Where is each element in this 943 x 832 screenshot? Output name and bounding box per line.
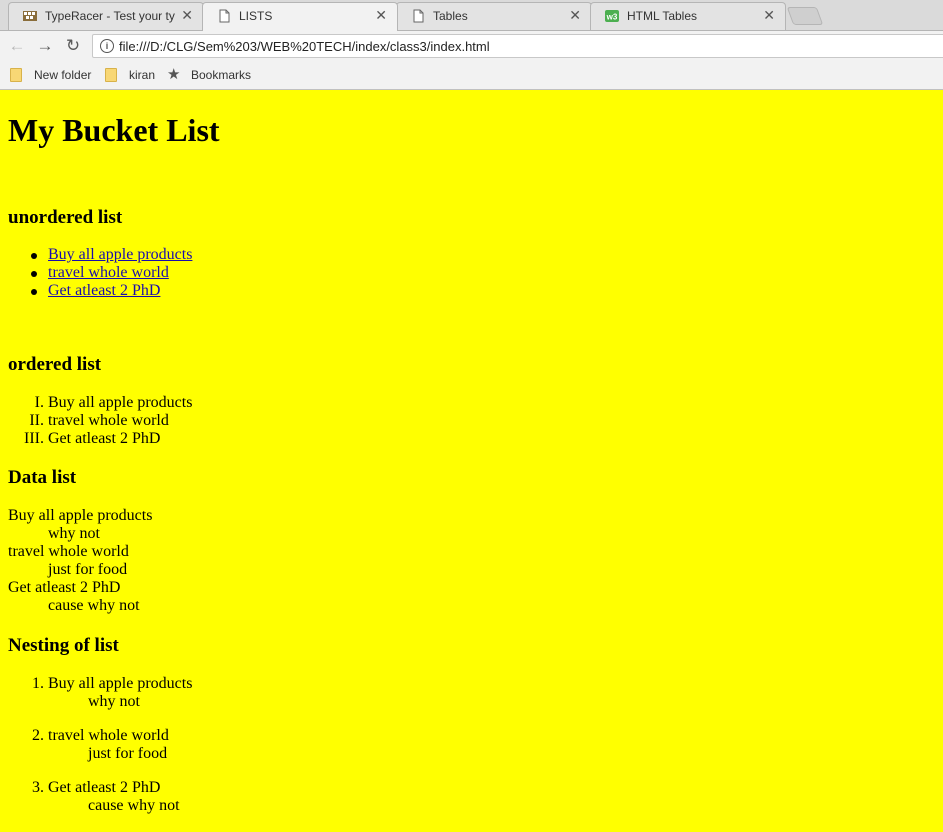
definition-description: cause why not bbox=[48, 597, 140, 614]
back-icon[interactable]: ← bbox=[8, 37, 26, 55]
definition-description: just for food bbox=[48, 561, 128, 578]
folder-icon bbox=[10, 68, 22, 82]
page-icon bbox=[413, 9, 424, 23]
nested-item: just for food bbox=[88, 745, 168, 762]
nesting-list-heading: Nesting of list bbox=[8, 635, 119, 656]
tab-title: Tables bbox=[433, 9, 468, 23]
bookmark-bookmarks[interactable]: ★ Bookmarks bbox=[167, 66, 257, 83]
definition-description: why not bbox=[48, 525, 100, 542]
list-item-link[interactable]: Buy all apple products bbox=[48, 246, 192, 264]
definition-term: Get atleast 2 PhD bbox=[8, 579, 121, 596]
list-item: travel whole world bbox=[48, 412, 169, 429]
nested-item: cause why not bbox=[88, 797, 180, 814]
unordered-list-heading: unordered list bbox=[8, 207, 123, 228]
folder-icon bbox=[105, 68, 117, 82]
bullet-icon bbox=[31, 289, 37, 295]
page-title: My Bucket List bbox=[8, 112, 220, 148]
svg-text:w3: w3 bbox=[606, 13, 618, 22]
bullet-icon bbox=[31, 253, 37, 259]
w3-icon: w3 bbox=[605, 10, 619, 22]
list-item: travel whole world bbox=[48, 727, 169, 744]
tab-title: LISTS bbox=[239, 9, 273, 23]
browser-chrome: TypeRacer - Test your typ ✕ LISTS ✕ Tabl… bbox=[0, 0, 943, 90]
reload-icon[interactable]: ↻ bbox=[64, 37, 82, 55]
tab-html-tables[interactable]: w3 HTML Tables ✕ bbox=[590, 2, 786, 30]
bookmark-new-folder[interactable]: New folder bbox=[10, 67, 100, 83]
list-marker: III. bbox=[24, 430, 44, 447]
list-marker: 3. bbox=[32, 779, 44, 796]
info-icon[interactable]: i bbox=[100, 39, 114, 53]
page-content: My Bucket List unordered list Buy all ap… bbox=[0, 90, 943, 832]
tab-tables[interactable]: Tables ✕ bbox=[396, 2, 592, 30]
url-text: file:///D:/CLG/Sem%203/WEB%20TECH/index/… bbox=[119, 39, 490, 54]
bookmark-label: kiran bbox=[129, 68, 156, 82]
close-icon[interactable]: ✕ bbox=[569, 8, 581, 22]
tab-title: TypeRacer - Test your typ bbox=[45, 9, 175, 23]
bookmark-kiran[interactable]: kiran bbox=[105, 67, 160, 83]
nested-item: why not bbox=[88, 693, 140, 710]
list-item-link[interactable]: Get atleast 2 PhD bbox=[48, 282, 160, 300]
address-bar[interactable]: i file:///D:/CLG/Sem%203/WEB%20TECH/inde… bbox=[92, 34, 943, 58]
definition-term: Buy all apple products bbox=[8, 507, 153, 524]
data-list-heading: Data list bbox=[8, 467, 77, 488]
tab-typeracer[interactable]: TypeRacer - Test your typ ✕ bbox=[8, 2, 204, 30]
tab-lists[interactable]: LISTS ✕ bbox=[202, 2, 398, 31]
list-marker: 1. bbox=[32, 675, 44, 692]
bullet-icon bbox=[31, 271, 37, 277]
list-marker: II. bbox=[29, 412, 44, 429]
close-icon[interactable]: ✕ bbox=[375, 8, 387, 22]
tab-strip: TypeRacer - Test your typ ✕ LISTS ✕ Tabl… bbox=[0, 0, 943, 31]
definition-term: travel whole world bbox=[8, 543, 129, 560]
close-icon[interactable]: ✕ bbox=[763, 8, 775, 22]
list-marker: I. bbox=[34, 394, 44, 411]
close-icon[interactable]: ✕ bbox=[181, 8, 193, 22]
list-item-link[interactable]: travel whole world bbox=[48, 264, 169, 282]
list-item: Get atleast 2 PhD bbox=[48, 430, 161, 447]
bookmarks-bar: New folder kiran ★ Bookmarks bbox=[0, 61, 943, 90]
new-tab-button[interactable] bbox=[786, 7, 824, 25]
toolbar: ← → ↻ i file:///D:/CLG/Sem%203/WEB%20TEC… bbox=[0, 31, 943, 61]
list-item: Get atleast 2 PhD bbox=[48, 779, 161, 796]
page-icon bbox=[219, 9, 230, 23]
forward-icon[interactable]: → bbox=[36, 37, 54, 55]
list-item: Buy all apple products bbox=[48, 675, 193, 692]
tab-title: HTML Tables bbox=[627, 9, 698, 23]
typeracer-icon bbox=[23, 11, 37, 21]
list-marker: 2. bbox=[32, 727, 44, 744]
bookmark-label: Bookmarks bbox=[191, 68, 252, 82]
bookmark-label: New folder bbox=[34, 68, 92, 82]
star-icon: ★ bbox=[167, 66, 181, 83]
ordered-list-heading: ordered list bbox=[8, 354, 102, 375]
list-item: Buy all apple products bbox=[48, 394, 193, 411]
